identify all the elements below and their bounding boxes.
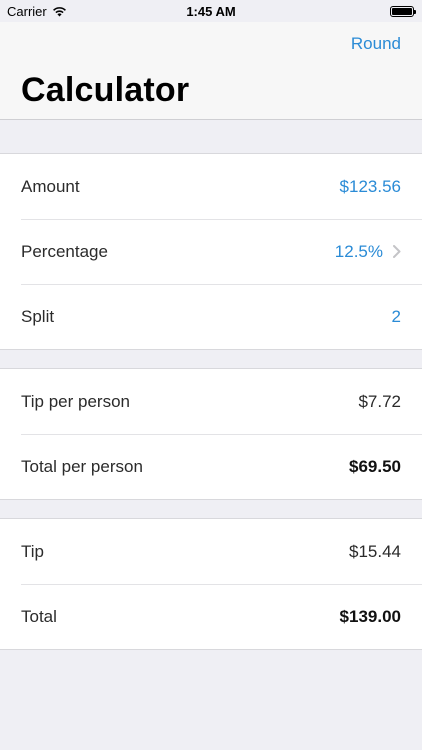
battery-icon — [390, 5, 416, 17]
page-title: Calculator — [21, 71, 190, 109]
per-person-section: Tip per person $7.72 Total per person $6… — [0, 368, 422, 500]
round-button[interactable]: Round — [351, 34, 401, 54]
tip-value: $15.44 — [349, 541, 401, 561]
percentage-label: Percentage — [21, 241, 108, 261]
percentage-row[interactable]: Percentage 12.5% — [0, 219, 422, 284]
navigation-bar: Round Calculator — [0, 22, 422, 120]
percentage-value[interactable]: 12.5% — [335, 242, 383, 262]
split-label: Split — [21, 306, 55, 326]
tip-per-person-row: Tip per person $7.72 — [0, 369, 422, 434]
split-value[interactable]: 2 — [392, 307, 401, 327]
tip-per-person-label: Tip per person — [21, 391, 130, 411]
status-time: 1:45 AM — [186, 3, 236, 19]
total-row: Total $139.00 — [0, 584, 422, 649]
amount-value[interactable]: $123.56 — [340, 177, 401, 197]
amount-label: Amount — [21, 176, 80, 196]
total-label: Total — [21, 606, 57, 626]
input-section: Amount $123.56 Percentage 12.5% Split 2 — [0, 153, 422, 350]
tip-label: Tip — [21, 541, 44, 561]
battery-level — [392, 7, 412, 15]
split-row[interactable]: Split 2 — [0, 284, 422, 349]
total-per-person-row: Total per person $69.50 — [0, 434, 422, 499]
amount-row[interactable]: Amount $123.56 — [0, 154, 422, 219]
total-value: $139.00 — [339, 606, 401, 626]
total-per-person-value: $69.50 — [349, 456, 401, 476]
tip-per-person-value: $7.72 — [358, 391, 401, 411]
tip-row: Tip $15.44 — [0, 519, 422, 584]
total-per-person-label: Total per person — [21, 456, 143, 476]
status-bar: Carrier 1:45 AM — [0, 0, 422, 22]
chevron-right-icon — [393, 245, 401, 258]
totals-section: Tip $15.44 Total $139.00 — [0, 518, 422, 650]
